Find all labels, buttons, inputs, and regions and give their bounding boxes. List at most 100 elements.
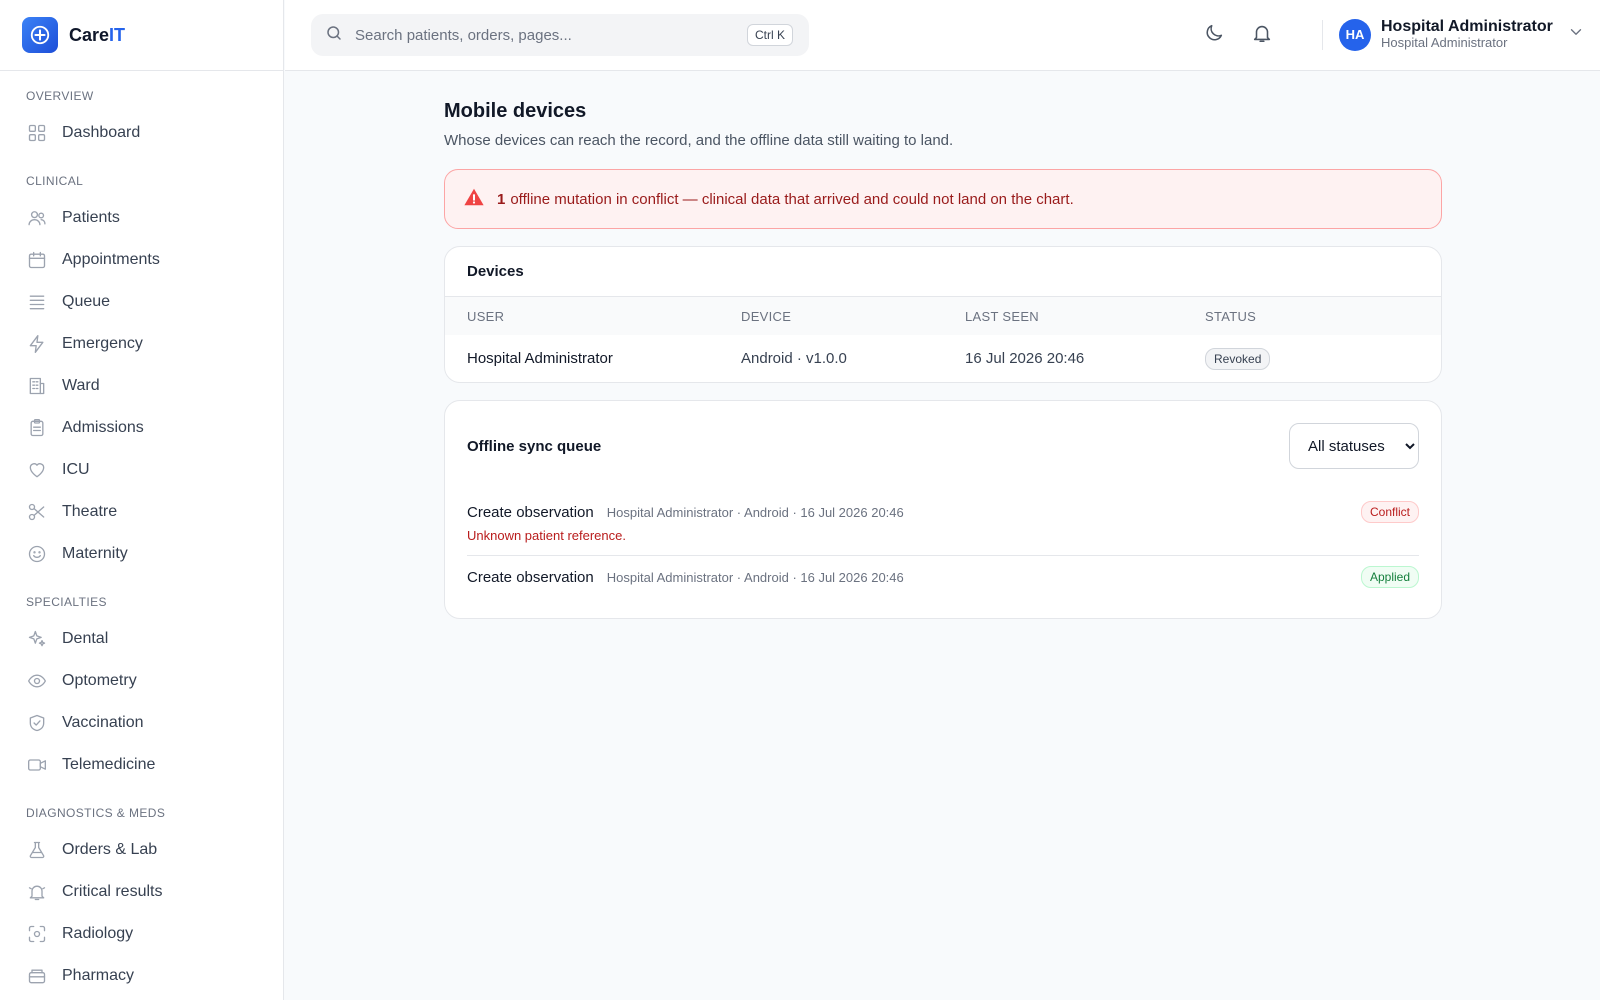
column-header-device: DEVICE: [741, 308, 792, 324]
page-subtitle: Whose devices can reach the record, and …: [444, 132, 954, 149]
sidebar-item-label: Orders & Lab: [62, 841, 158, 858]
cell-device: Android · v1.0.0: [741, 350, 847, 367]
search-icon: [325, 24, 343, 47]
users-icon: [26, 207, 48, 229]
sidebar-item-dental[interactable]: Dental: [0, 618, 283, 660]
sidebar-item-patients[interactable]: Patients: [0, 197, 283, 239]
sidebar-item-maternity[interactable]: Maternity: [0, 533, 283, 575]
divider: [1322, 20, 1323, 50]
dark-mode-toggle[interactable]: [1201, 22, 1227, 48]
nav-section-clinical: CLINICAL Patients Appointments Queue Eme…: [0, 174, 283, 575]
sync-queue-card: Offline sync queue All statuses Create o…: [444, 400, 1442, 619]
cell-last-seen: 16 Jul 2026 20:46: [965, 350, 1085, 367]
list-item[interactable]: Create observation Hospital Administrato…: [467, 556, 1419, 604]
search-input[interactable]: [355, 26, 725, 44]
top-bar: Ctrl K HA Hospital Administrator Hospita…: [285, 0, 1600, 71]
brand-logo-icon: [22, 17, 58, 53]
nav-heading: OVERVIEW: [26, 89, 94, 103]
sidebar-item-queue[interactable]: Queue: [0, 281, 283, 323]
sidebar-item-label: Vaccination: [62, 714, 144, 731]
sidebar-item-dashboard[interactable]: Dashboard: [0, 112, 283, 154]
heart-icon: [26, 459, 48, 481]
sidebar-item-label: Radiology: [62, 925, 134, 942]
user-name: Hospital Administrator: [1381, 18, 1553, 35]
flask-icon: [26, 839, 48, 861]
sidebar-item-label: Dental: [62, 630, 109, 647]
sidebar-item-radiology[interactable]: Radiology: [0, 913, 283, 955]
column-header-last-seen: LAST SEEN: [965, 308, 1039, 324]
user-info: Hospital Administrator Hospital Administ…: [1381, 18, 1553, 51]
alert-message: offline mutation in conflict — clinical …: [510, 190, 1074, 208]
queue-item-title: Create observation: [467, 503, 594, 521]
nav-heading: CLINICAL: [26, 174, 84, 188]
list-icon: [26, 291, 48, 313]
table-row[interactable]: Hospital Administrator Android · v1.0.0 …: [445, 335, 1441, 382]
cell-status: Revoked: [1203, 347, 1441, 370]
brand[interactable]: CareIT: [0, 0, 283, 71]
sidebar-item-label: Telemedicine: [62, 756, 156, 773]
building-icon: [26, 375, 48, 397]
sidebar-item-label: Critical results: [62, 883, 163, 900]
search-box[interactable]: Ctrl K: [311, 14, 809, 56]
brand-name: CareIT: [69, 24, 126, 45]
eye-icon: [26, 670, 48, 692]
sidebar-item-appointments[interactable]: Appointments: [0, 239, 283, 281]
queue-item-title: Create observation: [467, 568, 594, 586]
sidebar-item-emergency[interactable]: Emergency: [0, 323, 283, 365]
sidebar-item-ward[interactable]: Ward: [0, 365, 283, 407]
alert-count: 1: [497, 190, 506, 208]
sidebar-item-admissions[interactable]: Admissions: [0, 407, 283, 449]
scan-icon: [26, 923, 48, 945]
sync-queue-header: Offline sync queue All statuses: [445, 401, 1441, 491]
nav-heading: DIAGNOSTICS & MEDS: [26, 806, 166, 820]
sidebar-item-label: Emergency: [62, 335, 143, 352]
user-menu[interactable]: HA Hospital Administrator Hospital Admin…: [1339, 18, 1585, 51]
sidebar-item-label: Admissions: [62, 419, 144, 436]
notifications-button[interactable]: [1249, 22, 1275, 48]
chevron-down-icon: [1567, 23, 1585, 46]
status-filter-select[interactable]: All statuses: [1289, 423, 1419, 469]
nav-section-specialties: SPECIALTIES Dental Optometry Vaccination…: [0, 595, 283, 786]
sidebar-item-label: Queue: [62, 293, 111, 310]
avatar: HA: [1339, 18, 1371, 51]
column-header-user: USER: [467, 308, 505, 324]
list-item[interactable]: Create observation Hospital Administrato…: [467, 491, 1419, 556]
sidebar-item-icu[interactable]: ICU: [0, 449, 283, 491]
status-badge: Conflict: [1360, 501, 1419, 523]
sidebar-item-label: Appointments: [62, 251, 160, 268]
sidebar-item-label: Theatre: [62, 503, 118, 520]
queue-item-meta: Hospital Administrator · Android · 16 Ju…: [606, 569, 904, 585]
sidebar-item-critical-results[interactable]: Critical results: [0, 871, 283, 913]
sidebar-item-optometry[interactable]: Optometry: [0, 660, 283, 702]
sparkles-icon: [26, 628, 48, 650]
sidebar-item-telemedicine[interactable]: Telemedicine: [0, 744, 283, 786]
pill-box-icon: [26, 965, 48, 987]
queue-item-info: Create observation Hospital Administrato…: [467, 569, 904, 586]
status-badge: Revoked: [1205, 347, 1271, 370]
calendar-icon: [26, 249, 48, 271]
queue-item-info: Create observation Hospital Administrato…: [467, 504, 904, 521]
devices-table-header: USER DEVICE LAST SEEN STATUS: [445, 297, 1441, 335]
moon-icon: [1203, 22, 1225, 49]
sidebar-item-theatre[interactable]: Theatre: [0, 491, 283, 533]
sidebar-item-label: Pharmacy: [62, 967, 135, 984]
sidebar: CareIT OVERVIEW Dashboard CLINICAL Patie…: [0, 0, 284, 1000]
sidebar-item-orders-lab[interactable]: Orders & Lab: [0, 829, 283, 871]
scissors-icon: [26, 501, 48, 523]
search-shortcut-hint: Ctrl K: [747, 24, 793, 46]
queue-item-line: Create observation Hospital Administrato…: [467, 562, 1419, 592]
sidebar-item-pharmacy[interactable]: Pharmacy: [0, 955, 283, 997]
column-header-status: STATUS: [1205, 308, 1257, 324]
devices-card: Devices USER DEVICE LAST SEEN STATUS Hos…: [444, 246, 1442, 383]
queue-item-meta: Hospital Administrator · Android · 16 Ju…: [606, 504, 904, 520]
nav-section-diagnostics: DIAGNOSTICS & MEDS Orders & Lab Critical…: [0, 806, 283, 997]
dashboard-icon: [26, 122, 48, 144]
status-badge: Applied: [1360, 566, 1419, 588]
sync-queue-list: Create observation Hospital Administrato…: [445, 491, 1441, 618]
sidebar-item-label: ICU: [62, 461, 90, 478]
sidebar-item-label: Dashboard: [62, 124, 141, 141]
bell-icon: [1251, 22, 1273, 49]
sidebar-item-vaccination[interactable]: Vaccination: [0, 702, 283, 744]
shield-check-icon: [26, 712, 48, 734]
sidebar-item-label: Maternity: [62, 545, 128, 562]
